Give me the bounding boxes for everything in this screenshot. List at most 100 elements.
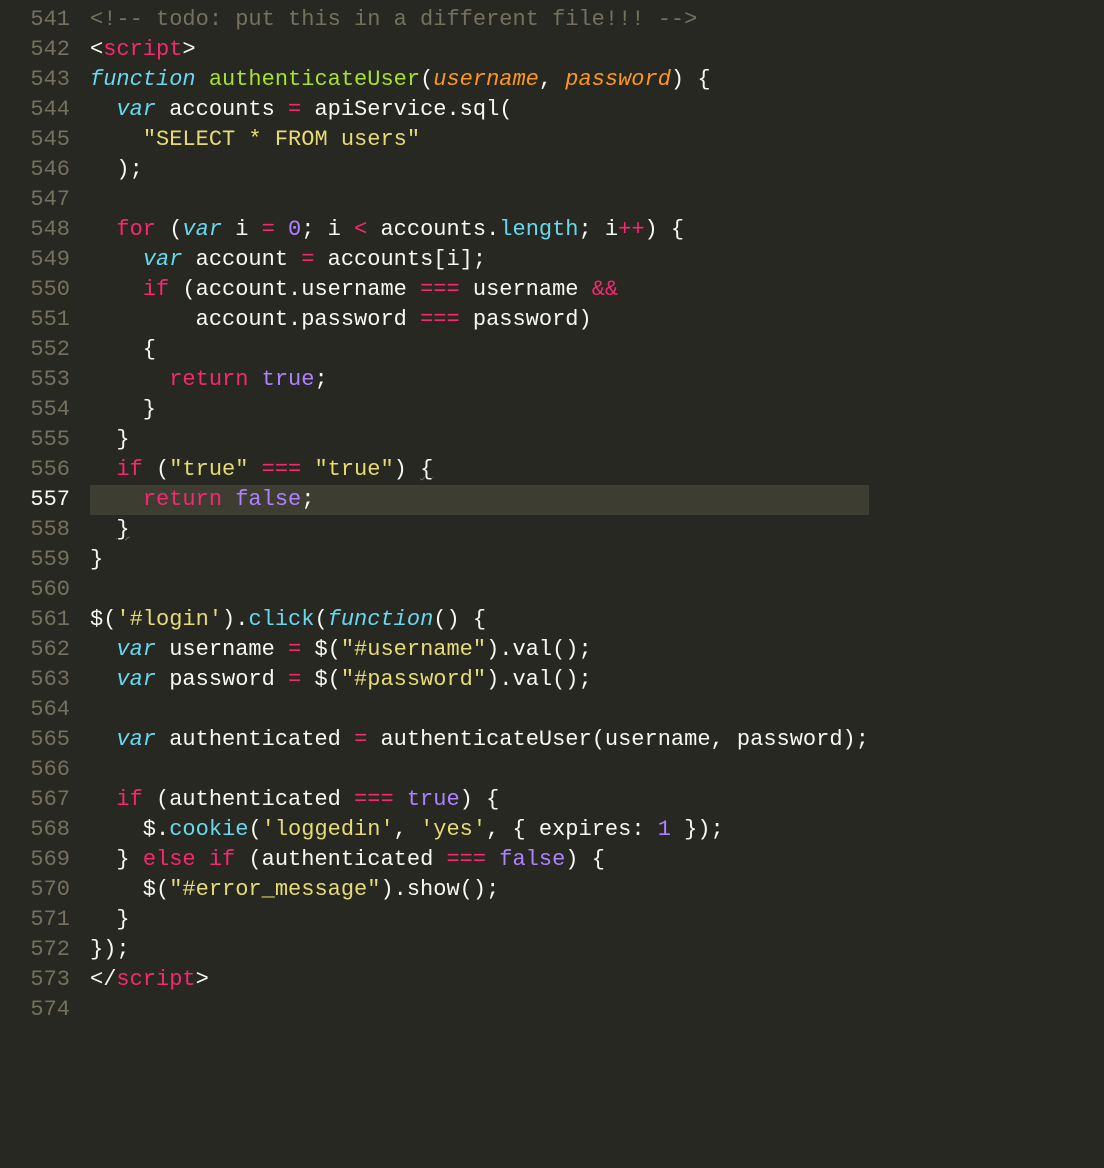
line-number: 565	[0, 725, 70, 755]
code-line[interactable]: if (authenticated === true) {	[90, 785, 869, 815]
code-token: if	[209, 847, 235, 872]
code-line[interactable]	[90, 755, 869, 785]
code-token	[90, 487, 143, 512]
code-token: length	[499, 217, 578, 242]
code-token: 1	[658, 817, 671, 842]
code-line[interactable]: account.password === password)	[90, 305, 869, 335]
code-token: ; i	[579, 217, 619, 242]
code-line[interactable]	[90, 185, 869, 215]
line-number-gutter: 5415425435445455465475485495505515525535…	[0, 0, 90, 1168]
code-line[interactable]: }	[90, 515, 869, 545]
code-token: username	[460, 277, 592, 302]
code-token	[90, 97, 116, 122]
code-token: ; i	[301, 217, 354, 242]
line-number: 569	[0, 845, 70, 875]
code-token: (authenticated	[235, 847, 446, 872]
code-token	[486, 847, 499, 872]
code-line[interactable]: return false;	[90, 485, 869, 515]
code-token	[90, 727, 116, 752]
line-number: 564	[0, 695, 70, 725]
code-token: $(	[90, 607, 116, 632]
code-line[interactable]: var username = $("#username").val();	[90, 635, 869, 665]
code-line[interactable]: var account = accounts[i];	[90, 245, 869, 275]
code-token	[248, 367, 261, 392]
code-token: >	[196, 967, 209, 992]
code-line[interactable]: function authenticateUser(username, pass…	[90, 65, 869, 95]
code-token: if	[143, 277, 169, 302]
code-line[interactable]	[90, 575, 869, 605]
code-line[interactable]: if (account.username === username &&	[90, 275, 869, 305]
code-line[interactable]	[90, 695, 869, 725]
code-token	[90, 127, 143, 152]
code-token: ) {	[460, 787, 500, 812]
line-number: 544	[0, 95, 70, 125]
code-token: var	[143, 247, 183, 272]
code-token: ===	[262, 457, 302, 482]
code-line[interactable]: }	[90, 545, 869, 575]
code-token	[90, 277, 143, 302]
code-line[interactable]: $('#login').click(function() {	[90, 605, 869, 635]
code-token: ,	[394, 817, 420, 842]
code-token: authenticated	[156, 727, 354, 752]
code-token: <	[354, 217, 367, 242]
code-token	[301, 457, 314, 482]
code-token: }	[116, 517, 129, 542]
code-token: "#password"	[341, 667, 486, 692]
code-token: "true"	[314, 457, 393, 482]
code-token: "SELECT * FROM users"	[143, 127, 420, 152]
line-number: 551	[0, 305, 70, 335]
code-line[interactable]: $("#error_message").show();	[90, 875, 869, 905]
code-token: "true"	[169, 457, 248, 482]
code-line[interactable]: "SELECT * FROM users"	[90, 125, 869, 155]
code-token: script	[103, 37, 182, 62]
line-number: 562	[0, 635, 70, 665]
code-token: return	[169, 367, 248, 392]
code-line[interactable]: if ("true" === "true") {	[90, 455, 869, 485]
code-line[interactable]: } else if (authenticated === false) {	[90, 845, 869, 875]
code-token: ===	[354, 787, 394, 812]
code-token: $(	[90, 877, 169, 902]
code-line[interactable]: var accounts = apiService.sql(	[90, 95, 869, 125]
code-token: )	[394, 457, 420, 482]
code-line[interactable]: );	[90, 155, 869, 185]
code-line[interactable]: });	[90, 935, 869, 965]
code-line[interactable]: }	[90, 425, 869, 455]
code-line[interactable]: var authenticated = authenticateUser(use…	[90, 725, 869, 755]
code-token: (account.username	[169, 277, 420, 302]
code-token: password	[565, 67, 671, 92]
code-token: 'yes'	[420, 817, 486, 842]
line-number: 546	[0, 155, 70, 185]
code-line[interactable]: for (var i = 0; i < accounts.length; i++…	[90, 215, 869, 245]
code-line[interactable]: </script>	[90, 965, 869, 995]
code-line[interactable]: }	[90, 395, 869, 425]
code-token: "#username"	[341, 637, 486, 662]
code-line[interactable]: $.cookie('loggedin', 'yes', { expires: 1…	[90, 815, 869, 845]
line-number: 570	[0, 875, 70, 905]
code-token: account	[182, 247, 301, 272]
code-line[interactable]: }	[90, 905, 869, 935]
code-line[interactable]	[90, 995, 869, 1025]
code-content[interactable]: <!-- todo: put this in a different file!…	[90, 0, 869, 1168]
code-token	[90, 217, 116, 242]
code-line[interactable]: <!-- todo: put this in a different file!…	[90, 5, 869, 35]
code-token: ;	[314, 367, 327, 392]
code-token: }	[90, 547, 103, 572]
line-number: 557	[0, 485, 70, 515]
code-editor[interactable]: 5415425435445455465475485495505515525535…	[0, 0, 1104, 1168]
code-line[interactable]: {	[90, 335, 869, 365]
code-token: $(	[301, 667, 341, 692]
code-token: =	[262, 217, 275, 242]
code-token: ===	[446, 847, 486, 872]
code-token: var	[116, 97, 156, 122]
code-token: 0	[288, 217, 301, 242]
code-token	[394, 787, 407, 812]
code-token: ) {	[565, 847, 605, 872]
code-token: );	[90, 157, 143, 182]
code-token: return	[143, 487, 222, 512]
code-line[interactable]: <script>	[90, 35, 869, 65]
code-line[interactable]: return true;	[90, 365, 869, 395]
code-token: true	[262, 367, 315, 392]
code-line[interactable]: var password = $("#password").val();	[90, 665, 869, 695]
code-token: {	[90, 337, 156, 362]
code-token: if	[116, 457, 142, 482]
